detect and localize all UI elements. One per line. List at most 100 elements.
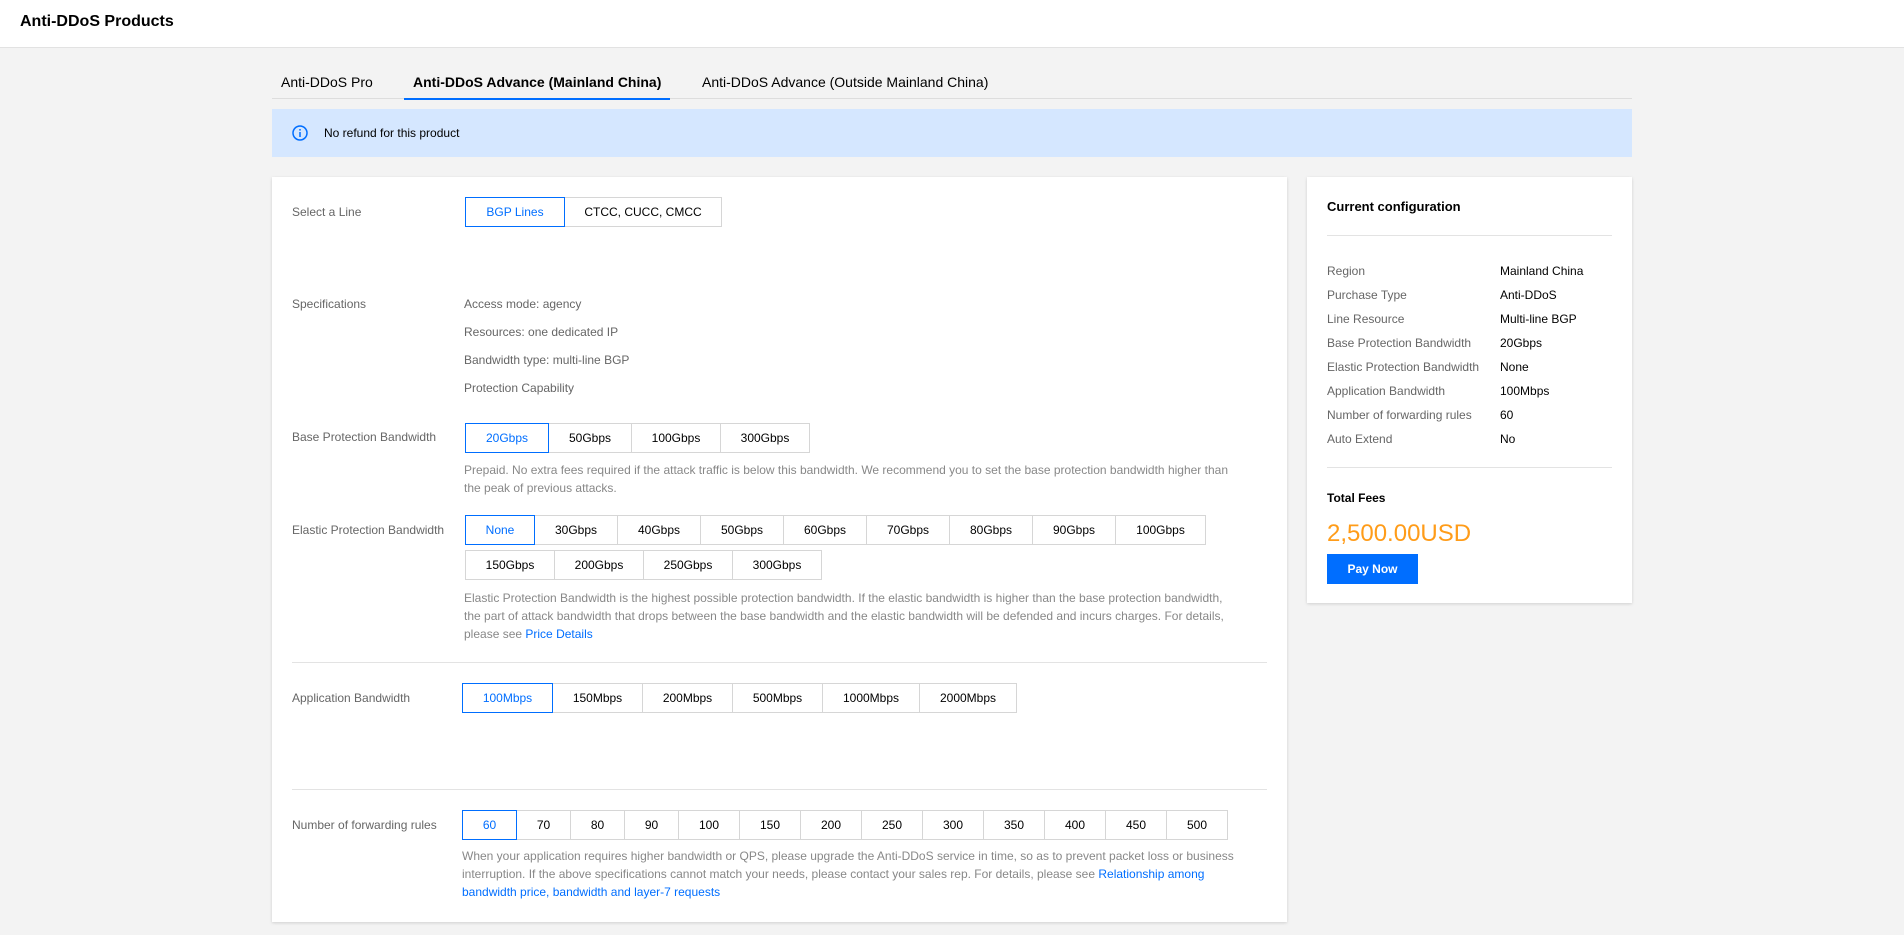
description-line: Elastic Protection Bandwidth is the high… [464, 591, 1223, 605]
summary-key: Purchase Type [1327, 288, 1407, 302]
rules-option[interactable]: 400 [1044, 810, 1106, 840]
relationship-link[interactable]: Relationship among [1098, 867, 1204, 881]
summary-value: Mainland China [1500, 264, 1584, 278]
notice-text: No refund for this product [324, 126, 460, 140]
rules-option[interactable]: 100 [678, 810, 740, 840]
base-option[interactable]: 20Gbps [465, 423, 549, 453]
summary-value: Anti-DDoS [1500, 288, 1557, 302]
total-fees-amount: 2,500.00USD [1327, 520, 1472, 547]
summary-value: Multi-line BGP [1500, 312, 1577, 326]
elastic-option[interactable]: None [465, 515, 535, 545]
active-tab-indicator [404, 98, 671, 100]
tab-label: Anti-DDoS Advance (Outside Mainland Chin… [702, 74, 989, 90]
base-option[interactable]: 100Gbps [631, 423, 721, 453]
total-fees-label: Total Fees [1327, 491, 1386, 505]
product-tabs: Anti-DDoS Pro Anti-DDoS Advance (Mainlan… [272, 74, 1632, 100]
description-text: interruption. If the above specification… [462, 867, 1099, 881]
elastic-option[interactable]: 150Gbps [465, 550, 555, 580]
forwarding-rules-label: Number of forwarding rules [292, 818, 437, 832]
rules-option[interactable]: 90 [624, 810, 679, 840]
page-title: Anti-DDoS Products [20, 13, 174, 30]
tab-anti-ddos-pro[interactable]: Anti-DDoS Pro [281, 74, 373, 99]
elastic-bandwidth-selector-row2: 150Gbps 200Gbps 250Gbps 300Gbps [465, 550, 822, 580]
summary-value: No [1500, 432, 1516, 446]
tab-label: Anti-DDoS Pro [281, 74, 373, 90]
base-option[interactable]: 50Gbps [548, 423, 632, 453]
application-bandwidth-selector: 100Mbps 150Mbps 200Mbps 500Mbps 1000Mbps… [462, 683, 1017, 713]
description-line: please see Price Details [464, 625, 1264, 643]
info-icon [292, 125, 308, 141]
tab-anti-ddos-advance-mainland[interactable]: Anti-DDoS Advance (Mainland China) [404, 74, 671, 100]
base-bandwidth-selector: 20Gbps 50Gbps 100Gbps 300Gbps [465, 423, 810, 453]
elastic-option[interactable]: 60Gbps [783, 515, 867, 545]
summary-value: None [1500, 360, 1529, 374]
app-bandwidth-option[interactable]: 2000Mbps [919, 683, 1017, 713]
elastic-option[interactable]: 40Gbps [617, 515, 701, 545]
rules-option[interactable]: 80 [570, 810, 625, 840]
elastic-option[interactable]: 300Gbps [732, 550, 822, 580]
line-label: Select a Line [292, 205, 362, 219]
config-form-card: Select a Line BGP Lines CTCC, CUCC, CMCC… [272, 177, 1287, 922]
rules-option[interactable]: 150 [739, 810, 801, 840]
app-bandwidth-option[interactable]: 200Mbps [642, 683, 733, 713]
price-details-link[interactable]: Price Details [525, 627, 592, 641]
summary-key: Application Bandwidth [1327, 384, 1446, 398]
summary-key: Line Resource [1327, 312, 1405, 326]
tab-anti-ddos-advance-outside[interactable]: Anti-DDoS Advance (Outside Mainland Chin… [702, 74, 988, 99]
relationship-link-continued[interactable]: bandwidth price, bandwidth and layer-7 r… [462, 885, 720, 899]
rules-option[interactable]: 300 [922, 810, 984, 840]
app-bandwidth-option[interactable]: 500Mbps [732, 683, 823, 713]
forwarding-rules-selector: 60 70 80 90 100 150 200 250 300 350 400 … [462, 810, 1228, 840]
elastic-option[interactable]: 200Gbps [554, 550, 644, 580]
description-text: please see [464, 627, 526, 641]
forwarding-rules-description: When your application requires higher ba… [462, 847, 1272, 901]
app-bandwidth-option[interactable]: 100Mbps [462, 683, 553, 713]
elastic-option[interactable]: 250Gbps [643, 550, 733, 580]
elastic-bandwidth-selector-row1: None 30Gbps 40Gbps 50Gbps 60Gbps 70Gbps … [465, 515, 1206, 545]
description-line: interruption. If the above specification… [462, 865, 1272, 883]
line-option-ctcc[interactable]: CTCC, CUCC, CMCC [564, 197, 722, 227]
summary-value: 60 [1500, 408, 1514, 422]
rules-option[interactable]: 350 [983, 810, 1045, 840]
application-bandwidth-label: Application Bandwidth [292, 691, 411, 705]
elastic-option[interactable]: 90Gbps [1032, 515, 1116, 545]
elastic-option[interactable]: 100Gbps [1115, 515, 1206, 545]
specifications-label: Specifications [292, 297, 367, 311]
app-bandwidth-option[interactable]: 150Mbps [552, 683, 643, 713]
elastic-option[interactable]: 70Gbps [866, 515, 950, 545]
elastic-option[interactable]: 50Gbps [700, 515, 784, 545]
elastic-bandwidth-description: Elastic Protection Bandwidth is the high… [464, 589, 1264, 643]
elastic-bandwidth-label: Elastic Protection Bandwidth [292, 523, 445, 537]
rules-option[interactable]: 200 [800, 810, 862, 840]
base-bandwidth-label: Base Protection Bandwidth [292, 430, 437, 444]
elastic-option[interactable]: 30Gbps [534, 515, 618, 545]
line-option-bgp[interactable]: BGP Lines [465, 197, 565, 227]
section-divider [292, 789, 1267, 790]
summary-divider [1327, 235, 1612, 236]
spec-protection-capability: Protection Capability [464, 381, 575, 395]
elastic-option[interactable]: 80Gbps [949, 515, 1033, 545]
description-line: bandwidth price, bandwidth and layer-7 r… [462, 883, 1272, 901]
top-bar: Anti-DDoS Products [0, 0, 1904, 48]
spec-resources: Resources: one dedicated IP [464, 325, 619, 339]
description-line: When your application requires higher ba… [462, 849, 1234, 863]
current-configuration-card: Current configuration Region Mainland Ch… [1307, 177, 1632, 603]
rules-option[interactable]: 500 [1166, 810, 1228, 840]
rules-option[interactable]: 60 [462, 810, 517, 840]
pay-now-button[interactable]: Pay Now [1327, 554, 1418, 584]
description-line: Prepaid. No extra fees required if the a… [464, 463, 1228, 477]
tab-label: Anti-DDoS Advance (Mainland China) [413, 74, 662, 90]
summary-title: Current configuration [1327, 199, 1461, 214]
summary-key: Region [1327, 264, 1366, 278]
spec-bandwidth-type: Bandwidth type: multi-line BGP [464, 353, 630, 367]
app-bandwidth-option[interactable]: 1000Mbps [822, 683, 920, 713]
summary-value: 100Mbps [1500, 384, 1550, 398]
line-selector: BGP Lines CTCC, CUCC, CMCC [465, 197, 722, 227]
base-option[interactable]: 300Gbps [720, 423, 810, 453]
rules-option[interactable]: 450 [1105, 810, 1167, 840]
rules-option[interactable]: 250 [861, 810, 923, 840]
summary-divider [1327, 467, 1612, 468]
summary-key: Elastic Protection Bandwidth [1327, 360, 1480, 374]
summary-key: Base Protection Bandwidth [1327, 336, 1472, 350]
rules-option[interactable]: 70 [516, 810, 571, 840]
